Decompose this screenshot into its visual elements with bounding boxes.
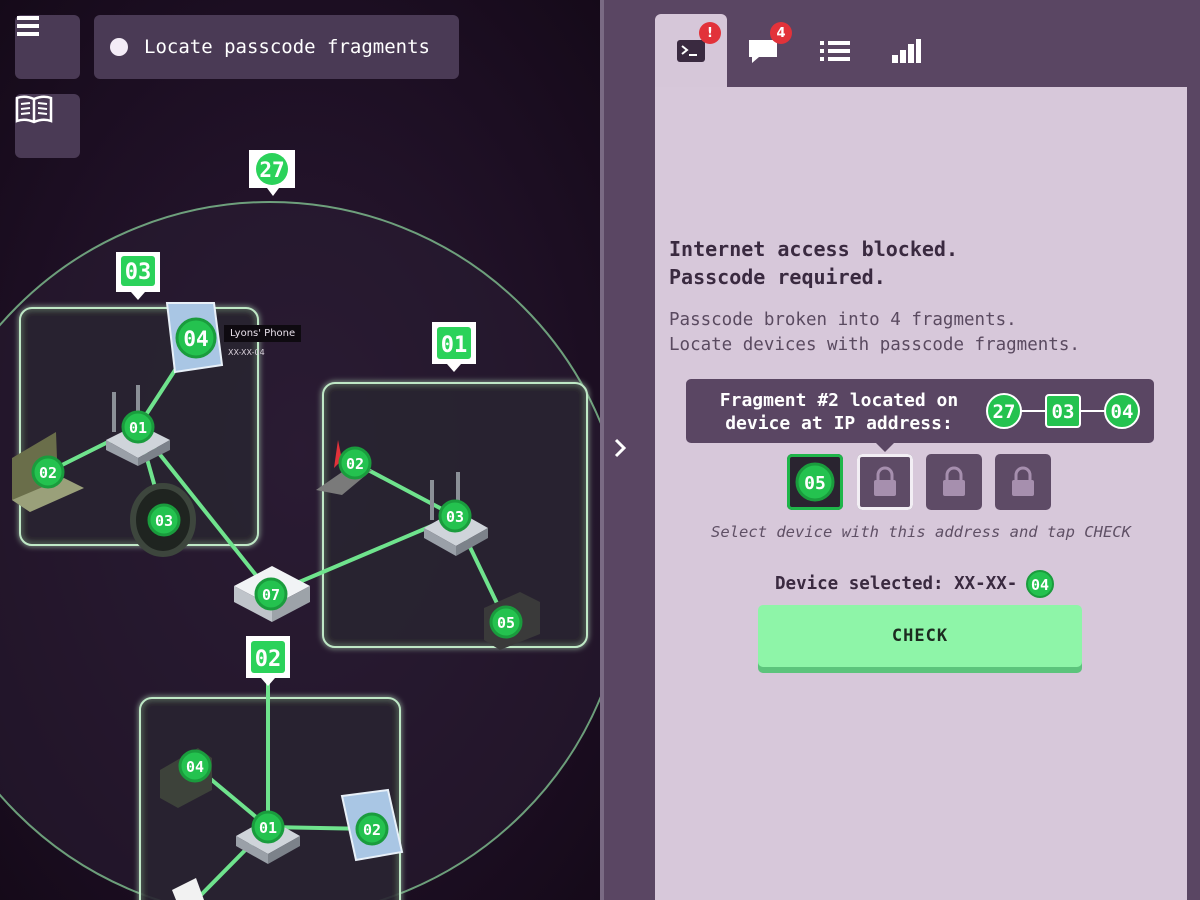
node-monitor[interactable]: 04 — [178, 749, 212, 783]
node-laptop-right[interactable]: 05 — [489, 605, 523, 639]
tab-stats[interactable] — [870, 14, 942, 88]
node-watch-label: 03 — [155, 512, 173, 530]
node-router-bottom-label: 01 — [259, 819, 277, 837]
objective-dot-icon — [110, 38, 128, 56]
node-router-left[interactable]: 01 — [121, 410, 155, 444]
marker-01[interactable]: 01 — [441, 333, 468, 358]
passcode-info: Passcode broken into 4 fragments. Locate… — [669, 310, 1080, 355]
terminal-icon — [677, 40, 705, 62]
check-button[interactable]: CHECK — [758, 605, 1082, 667]
marker-02[interactable]: 02 — [255, 647, 282, 672]
menu-button[interactable] — [15, 15, 80, 79]
select-hint: Select device with this address and tap … — [711, 523, 1131, 541]
fragment-slot-2[interactable] — [857, 454, 913, 510]
ip-part-3: 04 — [1111, 401, 1134, 423]
map-canvas: 27 03 01 02 04 01 02 03 07 02 03 05 04 0… — [0, 150, 600, 900]
ip-part-1: 27 — [993, 401, 1016, 423]
fragment-slot-1-label: 05 — [804, 473, 826, 494]
node-hub[interactable]: 07 — [254, 577, 288, 611]
guide-button[interactable] — [15, 94, 80, 158]
node-hub-label: 07 — [262, 586, 280, 604]
fragment-slot-3[interactable] — [926, 454, 982, 510]
fragment-tooltip: Fragment #2 located on device at IP addr… — [686, 379, 1154, 452]
stats-icon — [892, 39, 921, 63]
node-tablet[interactable]: 02 — [355, 812, 389, 846]
node-phone[interactable]: 04 — [175, 317, 217, 359]
node-camera-label: 02 — [346, 455, 364, 473]
ip-part-2: 03 — [1052, 401, 1075, 423]
tab-chat[interactable]: 4 — [727, 14, 799, 88]
selected-device-badge: 04 — [1025, 570, 1054, 598]
node-router-left-label: 01 — [129, 419, 147, 437]
fragment-tooltip-text: Fragment #2 located on device at IP addr… — [719, 390, 959, 434]
tab-list[interactable] — [799, 14, 871, 88]
node-laptop-right-label: 05 — [497, 614, 515, 632]
book-icon — [15, 95, 53, 124]
node-laptop-left-label: 02 — [39, 464, 57, 482]
node-router-right[interactable]: 03 — [438, 499, 472, 533]
fragment-slot-4[interactable] — [995, 454, 1051, 510]
fragment-slot-1[interactable]: 05 — [787, 454, 843, 510]
blocked-message: Internet access blocked. Passcode requir… — [669, 237, 958, 289]
node-monitor-label: 04 — [186, 758, 204, 776]
marker-03[interactable]: 03 — [125, 260, 152, 285]
device-ip-label: XX-XX-04 — [228, 348, 265, 357]
selected-device-id: 04 — [1031, 576, 1049, 594]
node-router-bottom[interactable]: 01 — [251, 810, 285, 844]
chevron-right-icon — [614, 438, 627, 458]
node-phone-label: 04 — [183, 327, 208, 351]
ip-address-chain: 27 03 04 — [986, 393, 1140, 429]
router-left-antenna — [112, 392, 116, 432]
marker-27[interactable]: 27 — [259, 158, 284, 182]
device-name-label: Lyons' Phone — [224, 325, 302, 342]
network-map[interactable]: 27 03 01 02 04 01 02 03 07 02 03 05 04 0… — [0, 0, 600, 900]
device-selected: Device selected: XX-XX- 04 — [775, 569, 1056, 599]
tooltip-arrow — [876, 443, 894, 452]
lock-icon — [874, 466, 896, 496]
node-tablet-label: 02 — [363, 821, 381, 839]
lock-icon — [1012, 466, 1034, 496]
collapse-panel-button[interactable] — [613, 436, 627, 466]
fragment-found-icon: 05 — [795, 462, 835, 502]
node-laptop-left[interactable]: 02 — [31, 455, 65, 489]
node-watch[interactable]: 03 — [147, 503, 181, 537]
device-selected-label: Device selected: XX-XX- — [775, 574, 1018, 594]
router-right-antenna — [430, 480, 434, 520]
objective-banner[interactable]: Locate passcode fragments — [94, 15, 459, 79]
menu-icon — [17, 16, 39, 36]
objective-text: Locate passcode fragments — [144, 36, 430, 58]
node-camera[interactable]: 02 — [338, 446, 372, 480]
list-icon — [820, 41, 850, 61]
node-router-right-label: 03 — [446, 508, 464, 526]
tab-chat-badge: 4 — [770, 22, 792, 44]
terminal-panel: Internet access blocked. Passcode requir… — [655, 87, 1187, 900]
tab-terminal-badge: ! — [699, 22, 721, 44]
tab-terminal[interactable]: ! — [655, 14, 727, 88]
lock-icon — [943, 466, 965, 496]
